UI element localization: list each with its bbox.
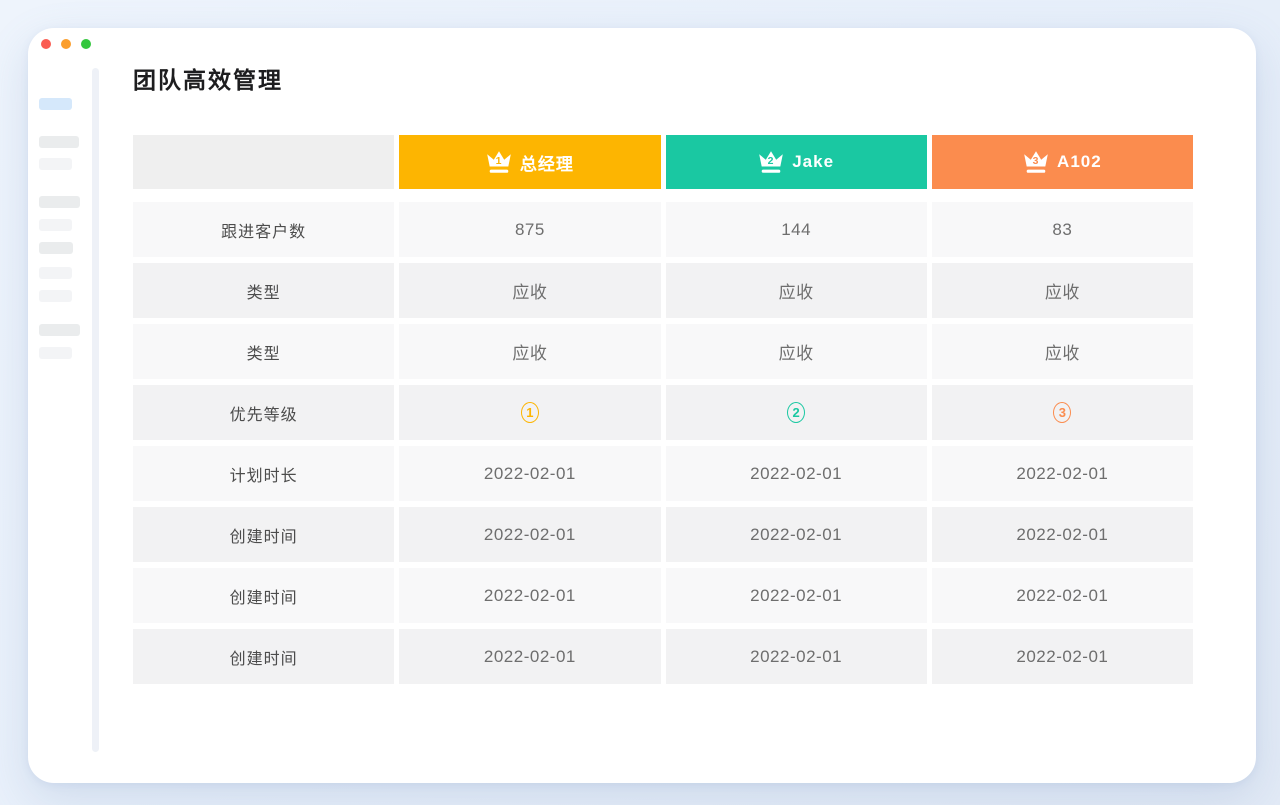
priority-cell: 3 — [932, 385, 1193, 440]
crown-icon: 1 — [486, 150, 512, 175]
priority-cell: 2 — [666, 385, 927, 440]
sidebar-skeleton-item — [39, 347, 72, 359]
crown-rank-number: 3 — [1033, 155, 1040, 167]
sidebar-divider — [92, 68, 99, 752]
table-body: 跟进客户数87514483类型应收应收应收类型应收应收应收优先等级123计划时长… — [133, 202, 1193, 684]
sidebar-skeleton-item — [39, 136, 79, 148]
table-cell: 2022-02-01 — [399, 446, 660, 501]
table-cell: 2022-02-01 — [399, 507, 660, 562]
table-cell: 应收 — [932, 324, 1193, 379]
table-cell: 83 — [932, 202, 1193, 257]
row-label: 创建时间 — [133, 629, 394, 684]
column-header-rank2: 2 Jake — [666, 135, 927, 189]
row-label: 类型 — [133, 324, 394, 379]
app-window: 团队高效管理 1总经理2Jake3A102 跟进客户数87514483类型应收应… — [28, 28, 1256, 783]
priority-cell: 1 — [399, 385, 660, 440]
sidebar-active-item[interactable] — [39, 98, 72, 110]
sidebar-skeleton-item — [39, 196, 80, 208]
table-cell: 2022-02-01 — [666, 446, 927, 501]
crown-icon: 3 — [1023, 150, 1049, 175]
sidebar-skeleton-item — [39, 242, 73, 254]
crown-rank-number: 2 — [768, 155, 775, 167]
table-cell: 2022-02-01 — [932, 629, 1193, 684]
table-cell: 应收 — [666, 263, 927, 318]
column-header-label: Jake — [792, 152, 834, 172]
row-label: 创建时间 — [133, 568, 394, 623]
row-label: 跟进客户数 — [133, 202, 394, 257]
sidebar-skeleton-item — [39, 267, 72, 279]
sidebar-skeleton-item — [39, 290, 72, 302]
column-header-label: A102 — [1057, 152, 1102, 172]
column-header-rank3: 3 A102 — [932, 135, 1193, 189]
row-label: 计划时长 — [133, 446, 394, 501]
table-cell: 应收 — [399, 263, 660, 318]
sidebar-skeleton-item — [39, 324, 80, 336]
main-content: 团队高效管理 1总经理2Jake3A102 跟进客户数87514483类型应收应… — [133, 66, 1193, 684]
sidebar — [28, 28, 128, 783]
table-cell: 2022-02-01 — [666, 568, 927, 623]
priority-badge: 3 — [1053, 402, 1071, 423]
row-label: 创建时间 — [133, 507, 394, 562]
sidebar-skeleton-item — [39, 219, 72, 231]
table-cell: 2022-02-01 — [666, 507, 927, 562]
page-title: 团队高效管理 — [133, 66, 1193, 94]
table-corner-cell — [133, 135, 394, 189]
table-cell: 2022-02-01 — [666, 629, 927, 684]
comparison-table: 1总经理2Jake3A102 跟进客户数87514483类型应收应收应收类型应收… — [133, 135, 1193, 684]
table-cell: 2022-02-01 — [932, 446, 1193, 501]
priority-badge: 1 — [521, 402, 539, 423]
table-cell: 应收 — [666, 324, 927, 379]
crown-icon: 2 — [758, 150, 784, 175]
row-label: 类型 — [133, 263, 394, 318]
table-cell: 144 — [666, 202, 927, 257]
priority-badge: 2 — [787, 402, 805, 423]
table-cell: 应收 — [399, 324, 660, 379]
table-cell: 2022-02-01 — [932, 568, 1193, 623]
column-header-label: 总经理 — [520, 150, 574, 175]
table-cell: 2022-02-01 — [399, 568, 660, 623]
row-label: 优先等级 — [133, 385, 394, 440]
table-cell: 2022-02-01 — [399, 629, 660, 684]
column-header-rank1: 1 总经理 — [399, 135, 660, 189]
table-cell: 2022-02-01 — [932, 507, 1193, 562]
sidebar-skeleton-item — [39, 158, 72, 170]
crown-rank-number: 1 — [495, 155, 502, 167]
table-cell: 875 — [399, 202, 660, 257]
table-cell: 应收 — [932, 263, 1193, 318]
table-header-row: 1 总经理 2 Jake 3 A102 — [133, 135, 1193, 189]
